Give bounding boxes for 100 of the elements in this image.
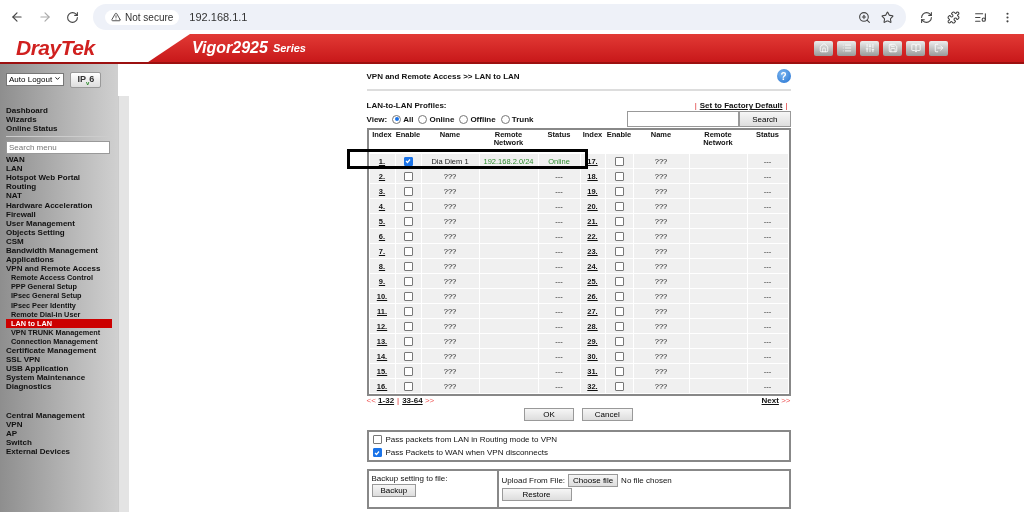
menu-item[interactable]: SSL VPN bbox=[6, 355, 118, 365]
enable-checkbox[interactable] bbox=[614, 351, 624, 361]
option-checkbox[interactable] bbox=[372, 435, 382, 444]
menu-item[interactable]: Central Management bbox=[6, 410, 118, 420]
enable-checkbox[interactable] bbox=[614, 381, 624, 391]
security-chip[interactable]: Not secure bbox=[105, 9, 180, 25]
enable-checkbox[interactable] bbox=[614, 336, 624, 346]
view-radio[interactable]: Online bbox=[418, 114, 455, 124]
menu-item[interactable]: WAN bbox=[6, 155, 118, 165]
menu-item[interactable]: Hardware Acceleration bbox=[6, 200, 118, 210]
save-icon[interactable] bbox=[883, 40, 902, 56]
menu-item[interactable]: Firewall bbox=[6, 209, 118, 219]
form-button[interactable]: OK bbox=[524, 408, 574, 421]
enable-checkbox[interactable] bbox=[614, 261, 624, 271]
menu-item[interactable]: NAT bbox=[6, 191, 118, 201]
enable-checkbox[interactable] bbox=[403, 246, 413, 256]
menu-item[interactable]: CSM bbox=[6, 236, 118, 246]
restore-button[interactable]: Restore bbox=[501, 488, 572, 501]
reload-icon[interactable] bbox=[66, 10, 79, 24]
view-label: View: bbox=[366, 114, 388, 124]
forward-icon[interactable] bbox=[38, 10, 52, 24]
address-bar[interactable]: Not secure 192.168.1.1 bbox=[93, 4, 906, 30]
menu-item[interactable]: VPN and Remote Access bbox=[6, 264, 118, 274]
enable-checkbox[interactable] bbox=[614, 156, 624, 166]
enable-checkbox[interactable] bbox=[403, 381, 413, 391]
brand-logo: DrayTek bbox=[16, 36, 95, 60]
enable-checkbox[interactable] bbox=[614, 201, 624, 211]
file-status: No file chosen bbox=[621, 476, 672, 485]
ipv6-button[interactable]: IP$_{v}$6 bbox=[70, 72, 102, 88]
form-button[interactable]: Cancel bbox=[581, 408, 633, 421]
view-radio[interactable]: Offline bbox=[459, 114, 496, 124]
page-link[interactable]: 33-64 bbox=[402, 396, 423, 405]
menu-item[interactable]: AP bbox=[6, 428, 118, 438]
choose-file-button[interactable]: Choose file bbox=[568, 474, 619, 487]
enable-checkbox[interactable] bbox=[403, 351, 413, 361]
menu-item[interactable]: Certificate Management bbox=[6, 346, 118, 356]
enable-checkbox[interactable] bbox=[403, 291, 413, 301]
enable-checkbox[interactable] bbox=[403, 216, 413, 226]
backup-button[interactable]: Backup bbox=[371, 484, 417, 497]
menu-item[interactable]: Dashboard bbox=[6, 105, 118, 115]
enable-checkbox[interactable] bbox=[403, 261, 413, 271]
search-button[interactable]: Search bbox=[739, 111, 791, 127]
enable-checkbox[interactable] bbox=[403, 276, 413, 286]
menu-item[interactable]: LAN bbox=[6, 164, 118, 174]
enable-checkbox[interactable] bbox=[614, 321, 624, 331]
zoom-icon[interactable] bbox=[858, 10, 871, 24]
menu-item[interactable]: External Devices bbox=[6, 446, 118, 456]
sync-icon[interactable] bbox=[920, 10, 933, 24]
enable-checkbox[interactable] bbox=[403, 171, 413, 181]
menu-item[interactable]: User Management bbox=[6, 218, 118, 228]
auto-logout-select[interactable]: Auto Logout bbox=[6, 73, 65, 87]
list-icon[interactable] bbox=[837, 40, 856, 56]
menu-item[interactable]: Online Status bbox=[6, 124, 118, 134]
enable-checkbox[interactable] bbox=[614, 366, 624, 376]
enable-checkbox[interactable] bbox=[614, 276, 624, 286]
home-icon[interactable] bbox=[814, 40, 833, 56]
breadcrumb: VPN and Remote Access >> LAN to LAN bbox=[366, 71, 520, 81]
menu-item[interactable]: Bandwidth Management bbox=[6, 246, 118, 256]
puzzle-icon[interactable] bbox=[947, 10, 960, 24]
menu-item[interactable]: Wizards bbox=[6, 114, 118, 124]
menu-item[interactable]: Diagnostics bbox=[6, 382, 118, 392]
search-menu-field[interactable]: Search menu bbox=[6, 141, 110, 155]
enable-checkbox[interactable] bbox=[403, 186, 413, 196]
page-link[interactable]: 1-32 bbox=[378, 396, 395, 405]
enable-checkbox[interactable] bbox=[403, 156, 413, 166]
menu-item[interactable]: Hotspot Web Portal bbox=[6, 173, 118, 183]
view-radio[interactable]: All bbox=[392, 114, 414, 124]
star-icon[interactable] bbox=[881, 10, 894, 24]
menu-item[interactable]: System Maintenance bbox=[6, 373, 118, 383]
menu-item[interactable]: Applications bbox=[6, 255, 118, 265]
menu-item[interactable]: Objects Setting bbox=[6, 227, 118, 237]
enable-checkbox[interactable] bbox=[403, 336, 413, 346]
enable-checkbox[interactable] bbox=[403, 201, 413, 211]
enable-checkbox[interactable] bbox=[614, 291, 624, 301]
scrollbar[interactable] bbox=[118, 96, 129, 512]
view-radio[interactable]: Trunk bbox=[500, 114, 534, 124]
factory-default-link[interactable]: Set to Factory Default bbox=[699, 101, 783, 110]
enable-checkbox[interactable] bbox=[403, 321, 413, 331]
playlist-icon[interactable] bbox=[974, 10, 987, 24]
separator: | bbox=[785, 101, 788, 110]
enable-checkbox[interactable] bbox=[614, 246, 624, 256]
sliders-icon[interactable] bbox=[860, 40, 879, 56]
option-checkbox[interactable] bbox=[372, 448, 382, 457]
enable-checkbox[interactable] bbox=[614, 231, 624, 241]
enable-checkbox[interactable] bbox=[403, 366, 413, 376]
menu-item[interactable]: VPN bbox=[6, 419, 118, 429]
menu-item[interactable]: Routing bbox=[6, 182, 118, 192]
enable-checkbox[interactable] bbox=[403, 231, 413, 241]
enable-checkbox[interactable] bbox=[403, 306, 413, 316]
enable-checkbox[interactable] bbox=[614, 171, 624, 181]
book-icon[interactable] bbox=[906, 40, 925, 56]
back-icon[interactable] bbox=[10, 10, 24, 24]
logout-icon[interactable] bbox=[929, 40, 948, 56]
menu-item[interactable]: USB Application bbox=[6, 364, 118, 374]
enable-checkbox[interactable] bbox=[614, 186, 624, 196]
menu-item[interactable]: Switch bbox=[6, 437, 118, 447]
enable-checkbox[interactable] bbox=[614, 306, 624, 316]
enable-checkbox[interactable] bbox=[614, 216, 624, 226]
next-link[interactable]: Next bbox=[761, 396, 779, 405]
search-field[interactable] bbox=[627, 111, 740, 127]
